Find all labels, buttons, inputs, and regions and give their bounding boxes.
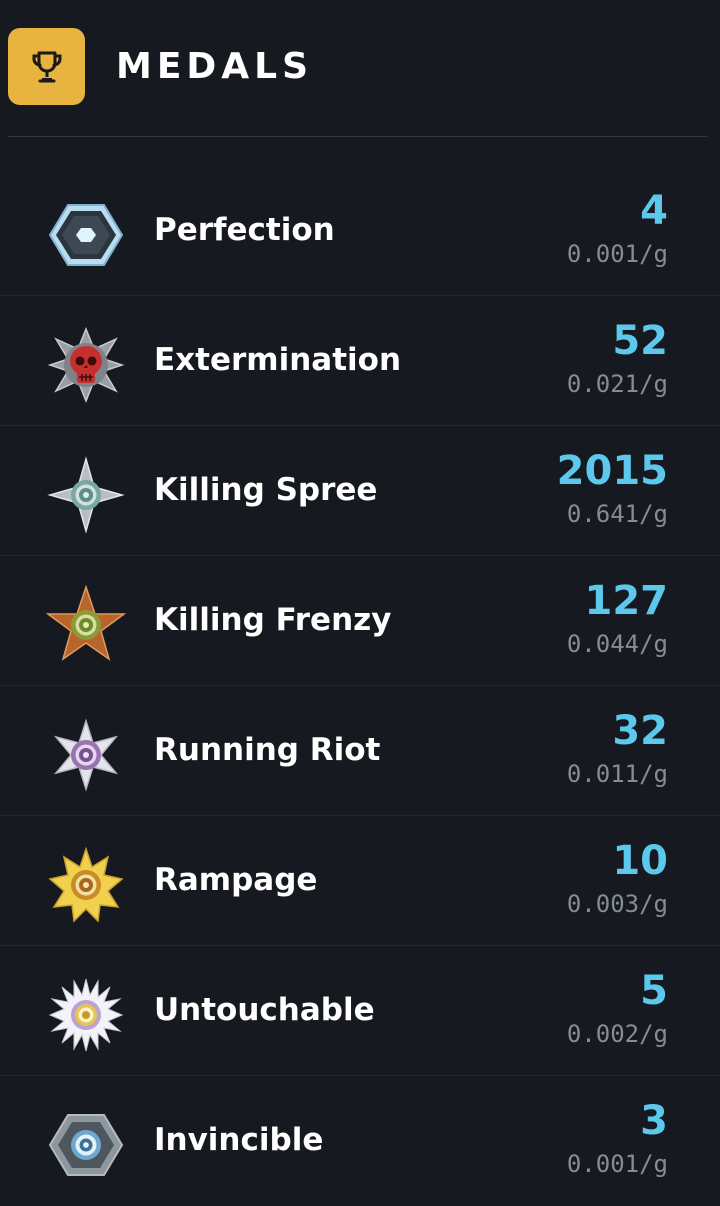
trophy-icon bbox=[8, 28, 85, 105]
medal-rate: 0.001/g bbox=[566, 240, 668, 268]
medal-name: Killing Spree bbox=[154, 472, 378, 508]
medal-list: Perfection 4 0.001/g Extermination 52 0.… bbox=[0, 166, 720, 1206]
medal-row-untouchable[interactable]: Untouchable 5 0.002/g bbox=[0, 946, 720, 1076]
medal-row-perfection[interactable]: Perfection 4 0.001/g bbox=[0, 166, 720, 296]
medal-row-rampage[interactable]: Rampage 10 0.003/g bbox=[0, 816, 720, 946]
medal-name: Invincible bbox=[154, 1122, 324, 1158]
medal-rate: 0.021/g bbox=[566, 370, 668, 398]
medal-row-killing-frenzy[interactable]: Killing Frenzy 127 0.044/g bbox=[0, 556, 720, 686]
running-riot-medal-icon bbox=[46, 715, 126, 795]
medal-count: 5 bbox=[640, 968, 668, 1014]
medal-rate: 0.003/g bbox=[566, 890, 668, 918]
medal-name: Killing Frenzy bbox=[154, 602, 392, 638]
header-divider bbox=[8, 136, 708, 137]
medal-name: Untouchable bbox=[154, 992, 375, 1028]
medal-row-invincible[interactable]: Invincible 3 0.001/g bbox=[0, 1076, 720, 1206]
medal-count: 10 bbox=[612, 838, 668, 884]
untouchable-medal-icon bbox=[46, 975, 126, 1055]
killing-frenzy-medal-icon bbox=[45, 584, 127, 665]
medal-row-killing-spree[interactable]: Killing Spree 2015 0.641/g bbox=[0, 426, 720, 556]
rampage-medal-icon bbox=[46, 845, 126, 925]
medal-count: 4 bbox=[640, 188, 668, 234]
perfection-medal-icon bbox=[46, 195, 126, 275]
medal-name: Extermination bbox=[154, 342, 402, 378]
medal-rate: 0.002/g bbox=[566, 1020, 668, 1048]
medal-count: 32 bbox=[612, 708, 668, 754]
medal-rate: 0.641/g bbox=[566, 500, 668, 528]
page-title: MEDALS bbox=[116, 46, 314, 87]
medals-header: MEDALS bbox=[0, 0, 720, 136]
extermination-medal-icon bbox=[46, 325, 126, 405]
medal-count: 3 bbox=[640, 1098, 668, 1144]
medal-rate: 0.044/g bbox=[566, 630, 668, 658]
medal-count: 2015 bbox=[556, 448, 668, 494]
invincible-medal-icon bbox=[46, 1105, 126, 1185]
killing-spree-medal-icon bbox=[46, 455, 126, 535]
medal-count: 52 bbox=[612, 318, 668, 364]
medal-name: Perfection bbox=[154, 212, 335, 248]
medal-name: Rampage bbox=[154, 862, 318, 898]
medal-row-extermination[interactable]: Extermination 52 0.021/g bbox=[0, 296, 720, 426]
medal-name: Running Riot bbox=[154, 732, 381, 768]
medal-row-running-riot[interactable]: Running Riot 32 0.011/g bbox=[0, 686, 720, 816]
medal-rate: 0.001/g bbox=[566, 1150, 668, 1178]
medal-count: 127 bbox=[584, 578, 669, 624]
medal-rate: 0.011/g bbox=[566, 760, 668, 788]
